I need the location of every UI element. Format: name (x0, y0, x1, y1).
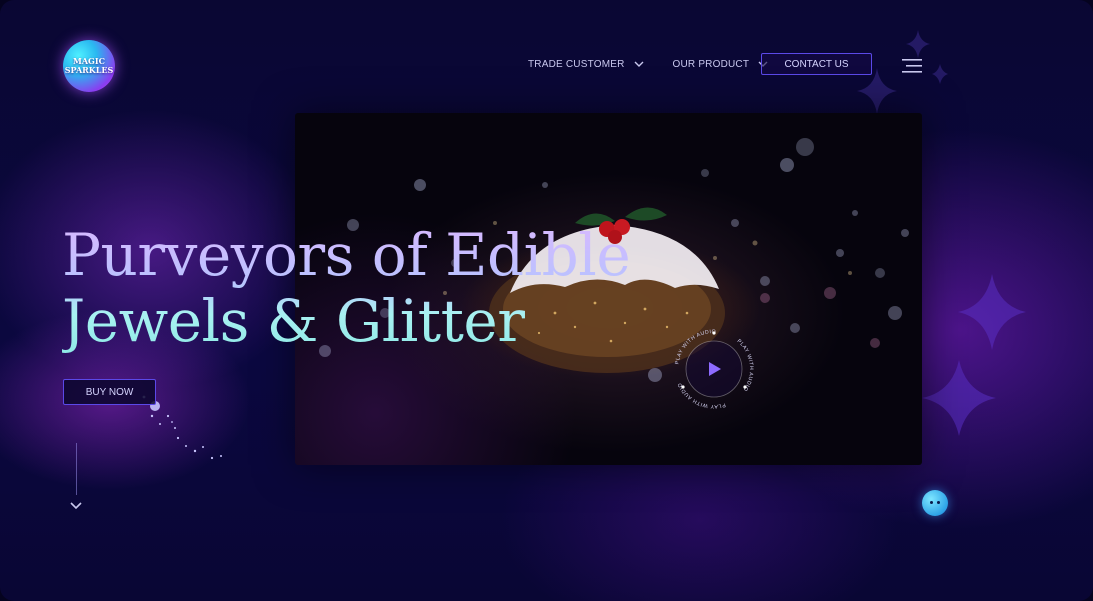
scroll-indicator-line (76, 443, 77, 495)
buy-now-button[interactable]: BUY NOW (63, 379, 156, 405)
nav-item-our-product[interactable]: OUR PRODUCT (673, 58, 770, 70)
chat-assistant-icon[interactable] (922, 490, 948, 516)
headline-line1: Purveyors of Edible (62, 221, 631, 289)
nav-item-label: OUR PRODUCT (672, 58, 750, 70)
page-frame: MAGIC SPARKLES TRADE CUSTOMER OUR PRODUC… (0, 0, 1093, 601)
nav-item-label: TRADE CUSTOMER (528, 58, 625, 70)
play-with-audio-button[interactable]: PLAY WITH AUDIO PLAY WITH AUDIO PLAY WIT… (672, 327, 756, 411)
main-nav: TRADE CUSTOMER OUR PRODUCT (528, 53, 797, 75)
hamburger-menu-icon[interactable] (902, 58, 924, 74)
contact-us-button[interactable]: CONTACT US (761, 53, 872, 75)
logo-text-line2: SPARKLES (64, 65, 114, 75)
nav-item-trade-customer[interactable]: TRADE CUSTOMER (528, 58, 645, 70)
chevron-down-icon (634, 61, 644, 67)
magic-sparkles-logo[interactable]: MAGIC SPARKLES (63, 40, 115, 92)
hero-headline: Purveyors of Edible Jewels & Glitter (62, 222, 630, 354)
chevron-down-icon[interactable] (69, 499, 83, 511)
headline-line2: Jewels & Glitter (62, 287, 525, 355)
